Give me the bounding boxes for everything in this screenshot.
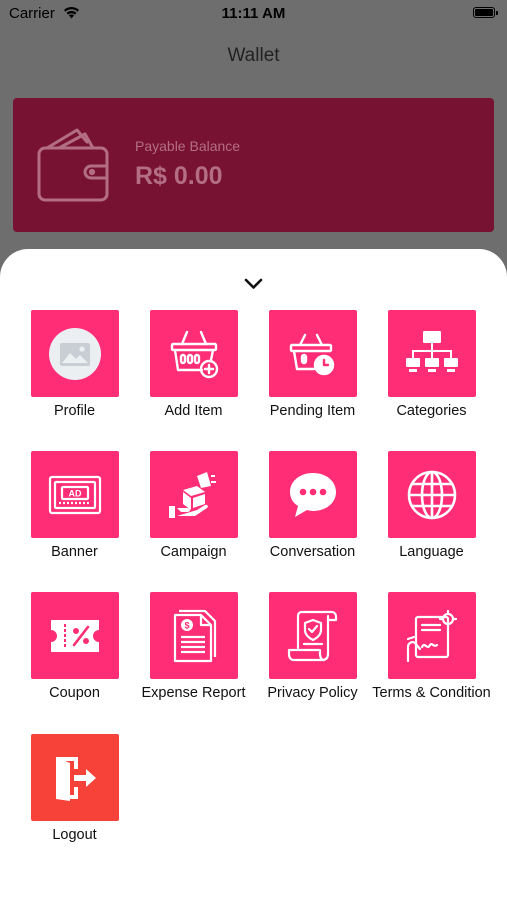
- logout-tile: [31, 734, 119, 821]
- menu-item-language[interactable]: Language: [372, 451, 491, 581]
- menu-item-pending-item[interactable]: Pending Item: [253, 310, 372, 440]
- menu-item-label: Coupon: [49, 685, 100, 701]
- globe-icon: [407, 470, 457, 519]
- conversation-tile: [269, 451, 357, 538]
- campaign-tile: [150, 451, 238, 538]
- banner-tile: AD: [31, 451, 119, 538]
- menu-item-label: Expense Report: [141, 685, 246, 701]
- menu-item-label: Language: [399, 544, 464, 560]
- battery-icon: [473, 7, 498, 18]
- ad-banner-icon: AD: [48, 475, 102, 514]
- expense-report-icon: $: [173, 609, 217, 662]
- logout-door-icon: [56, 756, 96, 801]
- menu-item-logout[interactable]: Logout: [15, 734, 134, 864]
- hierarchy-icon: [406, 330, 458, 372]
- menu-item-label: Logout: [52, 827, 97, 843]
- categories-tile: [388, 310, 476, 397]
- status-bar: Carrier 11:11 AM: [0, 0, 507, 28]
- menu-item-label: Add Item: [164, 403, 223, 419]
- menu-item-label: Profile: [53, 403, 96, 419]
- megaphone-gift-icon: [169, 471, 216, 518]
- status-time: 11:11 AM: [221, 5, 286, 22]
- menu-item-label: Terms & Condition: [372, 685, 491, 701]
- menu-item-privacy-policy[interactable]: Privacy Policy: [253, 592, 372, 722]
- menu-item-label: Pending Item: [269, 403, 356, 419]
- profile-image-icon: [49, 327, 101, 380]
- menu-item-expense-report[interactable]: $ Expense Report: [134, 592, 253, 722]
- basket-clock-icon: [289, 333, 335, 375]
- terms-condition-tile: [388, 592, 476, 679]
- pending-item-tile: [269, 310, 357, 397]
- menu-item-label: Campaign: [160, 544, 227, 560]
- menu-item-label: Banner: [51, 544, 98, 560]
- menu-item-label: Privacy Policy: [267, 685, 358, 701]
- menu-item-conversation[interactable]: Conversation: [253, 451, 372, 581]
- menu-sheet: Profile Add Item Pending Item Categories…: [0, 249, 507, 900]
- menu-item-banner[interactable]: AD Banner: [15, 451, 134, 581]
- page-title: Wallet: [227, 45, 280, 66]
- balance-card: Payable Balance R$ 0.00: [13, 98, 494, 232]
- svg-text:AD: AD: [69, 488, 82, 498]
- balance-value: R$ 0.00: [135, 162, 223, 190]
- basket-add-icon: [170, 330, 219, 378]
- menu-item-profile[interactable]: Profile: [15, 310, 134, 440]
- privacy-scroll-icon: [287, 610, 338, 661]
- add-item-tile: [150, 310, 238, 397]
- expense-report-tile: $: [150, 592, 238, 679]
- menu-item-terms-condition[interactable]: Terms & Condition: [372, 592, 491, 722]
- svg-text:$: $: [184, 620, 189, 630]
- coupon-tile: [31, 592, 119, 679]
- menu-item-categories[interactable]: Categories: [372, 310, 491, 440]
- menu-item-campaign[interactable]: Campaign: [134, 451, 253, 581]
- balance-label: Payable Balance: [135, 138, 241, 154]
- chevron-down-icon[interactable]: [244, 278, 263, 291]
- menu-item-coupon[interactable]: Coupon: [15, 592, 134, 722]
- menu-item-label: Categories: [396, 403, 467, 419]
- contract-sign-icon: [406, 609, 458, 662]
- coupon-icon: [51, 619, 99, 652]
- profile-tile: [31, 310, 119, 397]
- chat-bubble-icon: [290, 472, 336, 517]
- menu-item-add-item[interactable]: Add Item: [134, 310, 253, 440]
- wallet-icon: [37, 128, 109, 202]
- language-tile: [388, 451, 476, 538]
- privacy-policy-tile: [269, 592, 357, 679]
- menu-item-label: Conversation: [269, 544, 356, 560]
